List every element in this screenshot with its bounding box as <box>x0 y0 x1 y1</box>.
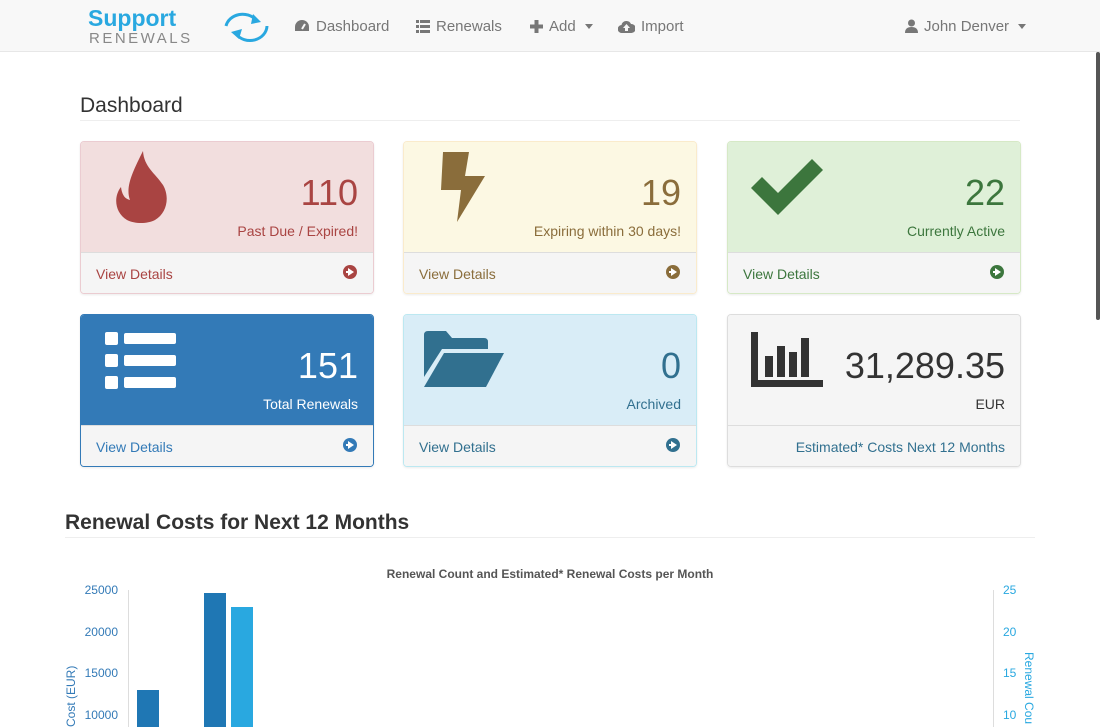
bar-cost <box>137 690 159 727</box>
chart-title: Renewal Count and Estimated* Renewal Cos… <box>386 567 714 581</box>
caret-down-icon <box>1018 23 1027 29</box>
bar-chart-icon <box>751 332 823 387</box>
past-due-view-details[interactable]: View Details <box>81 252 373 293</box>
y-tick-right: 25 <box>1003 583 1017 597</box>
panel-archived: 0 Archived View Details <box>403 314 697 467</box>
nav-add-label: Add <box>549 17 576 35</box>
past-due-count: 110 <box>300 172 358 213</box>
section-title: Renewal Costs for Next 12 Months <box>65 511 410 534</box>
view-details-label: View Details <box>743 266 820 282</box>
active-count: 22 <box>964 172 1005 213</box>
arrow-circle-right-icon <box>990 265 1004 279</box>
section-divider <box>65 537 1035 538</box>
nav-dashboard-label: Dashboard <box>316 17 390 35</box>
active-view-details[interactable]: View Details <box>728 252 1020 293</box>
view-details-label: View Details <box>96 439 173 455</box>
y-tick-left: 20000 <box>84 625 118 639</box>
archived-count: 0 <box>660 345 681 386</box>
expiring-label: Expiring within 30 days! <box>533 223 681 239</box>
active-label: Currently Active <box>906 223 1005 239</box>
user-menu-dropdown[interactable]: John Denver <box>905 16 1027 36</box>
expiring-count: 19 <box>640 172 681 213</box>
y-tick-right: 15 <box>1003 666 1017 680</box>
title-divider <box>80 120 1020 121</box>
panel-estimated-costs: 31,289.35 EUR Estimated* Costs Next 12 M… <box>727 314 1021 467</box>
brand-logo[interactable]: Support RENEWALS <box>86 5 272 47</box>
y-tick-right: 10 <box>1003 708 1017 722</box>
caret-down-icon <box>584 23 593 29</box>
nav-import[interactable]: Import <box>618 16 684 36</box>
estimated-costs-label: Estimated* Costs Next 12 Months <box>795 439 1005 455</box>
past-due-label: Past Due / Expired! <box>237 223 358 239</box>
navbar: Support RENEWALS Dashboard Renewals Add … <box>0 0 1100 52</box>
bolt-icon <box>441 152 485 222</box>
total-label: Total Renewals <box>263 396 358 412</box>
svg-text:RENEWALS: RENEWALS <box>89 30 193 46</box>
estimated-costs-footer[interactable]: Estimated* Costs Next 12 Months <box>728 425 1020 466</box>
y-tick-left: 25000 <box>84 583 118 597</box>
panel-past-due: 110 Past Due / Expired! View Details <box>80 141 374 294</box>
arrow-circle-right-icon <box>666 438 680 452</box>
panel-total: 151 Total Renewals View Details <box>80 314 374 467</box>
dashboard-icon <box>295 20 309 31</box>
svg-text:Support: Support <box>88 6 176 31</box>
view-details-label: View Details <box>419 439 496 455</box>
total-view-details[interactable]: View Details <box>81 425 373 466</box>
bar-count <box>231 607 253 727</box>
check-icon <box>751 159 823 215</box>
nav-dashboard[interactable]: Dashboard <box>294 16 389 36</box>
list-icon <box>105 332 176 389</box>
user-icon <box>905 19 918 33</box>
arrow-circle-right-icon <box>666 265 680 279</box>
total-count: 151 <box>297 345 358 386</box>
user-name: John Denver <box>924 17 1010 35</box>
view-details-label: View Details <box>96 266 173 282</box>
plus-icon <box>530 19 543 33</box>
y-tick-right: 20 <box>1003 625 1017 639</box>
y-tick-left: 10000 <box>84 708 118 722</box>
fire-icon <box>116 151 167 223</box>
y-axis-right-line <box>993 590 994 727</box>
archived-label: Archived <box>626 396 681 412</box>
nav-import-label: Import <box>641 17 684 35</box>
vertical-scrollbar[interactable] <box>1096 52 1100 320</box>
panel-active: 22 Currently Active View Details <box>727 141 1021 294</box>
y-axis-left-line <box>128 590 129 727</box>
list-icon <box>416 19 430 33</box>
view-details-label: View Details <box>419 266 496 282</box>
panel-expiring: 19 Expiring within 30 days! View Details <box>403 141 697 294</box>
page-title: Dashboard <box>80 94 183 117</box>
nav-renewals[interactable]: Renewals <box>416 16 502 36</box>
bar-cost <box>204 593 226 727</box>
arrow-circle-right-icon <box>343 438 357 452</box>
y-axis-title-right: Renewal Cou <box>1022 652 1036 725</box>
y-axis-title-left: Cost (EUR) <box>64 665 78 727</box>
y-tick-left: 15000 <box>84 666 118 680</box>
folder-open-icon <box>424 331 504 387</box>
nav-add-dropdown[interactable]: Add <box>530 16 593 36</box>
cloud-upload-icon <box>618 20 635 33</box>
currency-label: EUR <box>975 396 1005 412</box>
nav-renewals-label: Renewals <box>436 17 502 35</box>
estimated-cost-value: 31,289.35 <box>844 345 1005 386</box>
archived-view-details[interactable]: View Details <box>404 425 696 466</box>
expiring-view-details[interactable]: View Details <box>404 252 696 293</box>
arrow-circle-right-icon <box>343 265 357 279</box>
